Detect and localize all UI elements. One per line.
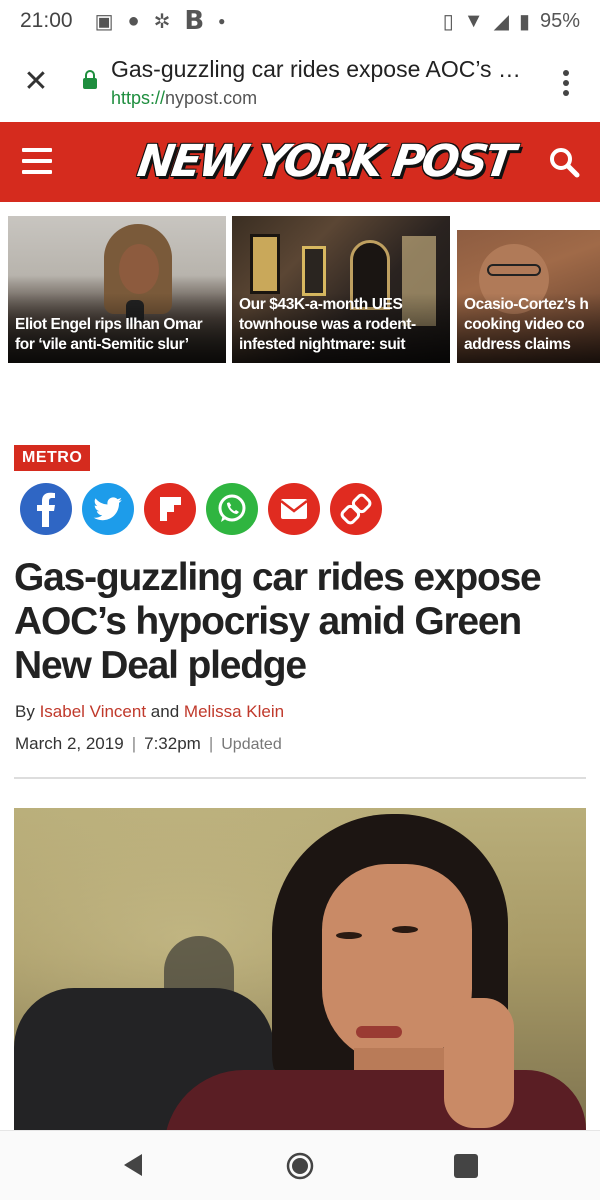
facebook-icon[interactable]	[20, 483, 72, 535]
story-card[interactable]: Eliot Engel rips Ilhan Omar for ‘vile an…	[8, 216, 226, 363]
publish-time: 7:32pm	[144, 734, 201, 753]
separator: |	[208, 734, 214, 753]
recents-icon[interactable]	[454, 1154, 478, 1178]
battery-percent: 95%	[539, 9, 580, 32]
author-link[interactable]: Isabel Vincent	[40, 702, 146, 721]
wifi-icon: ▼	[463, 9, 484, 32]
author-link[interactable]: Melissa Klein	[184, 702, 284, 721]
notification-icons: ▣ ● ✲ B ●	[95, 6, 226, 36]
signal-icon: ◢	[493, 10, 509, 33]
b-notification-icon: B	[184, 6, 205, 36]
byline-prefix: By	[15, 702, 35, 721]
story-caption: Our $43K-a-month UES townhouse was a rod…	[239, 296, 416, 353]
divider	[14, 777, 586, 779]
link-icon[interactable]	[330, 483, 382, 535]
story-caption: Eliot Engel rips Ilhan Omar for ‘vile an…	[15, 316, 203, 353]
home-icon[interactable]	[286, 1152, 314, 1180]
logo-text: NEW YORK POST	[134, 136, 516, 187]
image-notification-icon: ▣	[94, 10, 114, 33]
dateline: March 2, 2019 | 7:32pm | Updated	[15, 734, 282, 754]
system-icons: ▯ ▼ ◢ ▮ 95%	[443, 9, 580, 34]
twitter-icon[interactable]	[82, 483, 134, 535]
email-icon[interactable]	[268, 483, 320, 535]
overflow-menu-icon[interactable]	[556, 66, 576, 100]
status-bar: 21:00 ▣ ● ✲ B ● ▯ ▼ ◢ ▮ 95%	[0, 0, 600, 42]
section-tag[interactable]: METRO	[14, 445, 91, 471]
site-logo[interactable]: NEW YORK POST	[134, 136, 515, 190]
system-nav-bar	[0, 1130, 600, 1200]
vibrate-icon: ▯	[442, 10, 454, 33]
status-time: 21:00	[20, 9, 73, 32]
battery-icon: ▮	[518, 10, 530, 33]
flipboard-icon[interactable]	[144, 483, 196, 535]
url-host: nypost.com	[165, 88, 258, 108]
site-header: NEW YORK POST	[0, 122, 600, 202]
updated-label: Updated	[221, 736, 282, 753]
lock-icon	[83, 70, 97, 89]
browser-toolbar: ✕ Gas-guzzling car rides expose AOC’s h……	[0, 42, 600, 122]
back-icon[interactable]	[120, 1151, 146, 1179]
story-caption: Ocasio-Cortez’s h cooking video co addre…	[464, 296, 589, 353]
article-headline: Gas-guzzling car rides expose AOC’s hypo…	[14, 556, 542, 687]
hamburger-menu-icon[interactable]	[22, 148, 52, 174]
byline-conjunction: and	[150, 702, 180, 721]
close-icon[interactable]: ✕	[20, 64, 52, 100]
page-url: https://nypost.com	[111, 88, 257, 109]
pinwheel-notification-icon: ✲	[153, 10, 171, 33]
separator: |	[131, 734, 137, 753]
search-icon[interactable]	[548, 146, 580, 178]
chat-notification-icon: ●	[127, 9, 140, 32]
story-card[interactable]: Ocasio-Cortez’s h cooking video co addre…	[457, 216, 600, 363]
page-title: Gas-guzzling car rides expose AOC’s h…	[111, 56, 531, 82]
story-card[interactable]: Our $43K-a-month UES townhouse was a rod…	[232, 216, 450, 363]
story-carousel[interactable]: Eliot Engel rips Ilhan Omar for ‘vile an…	[0, 216, 600, 364]
publish-date: March 2, 2019	[15, 734, 124, 753]
byline: By Isabel Vincent and Melissa Klein	[15, 702, 284, 722]
whatsapp-icon[interactable]	[206, 483, 258, 535]
more-notifications-dot-icon: ●	[218, 14, 226, 28]
article-hero-image[interactable]	[14, 808, 586, 1131]
url-scheme: https://	[111, 88, 166, 108]
